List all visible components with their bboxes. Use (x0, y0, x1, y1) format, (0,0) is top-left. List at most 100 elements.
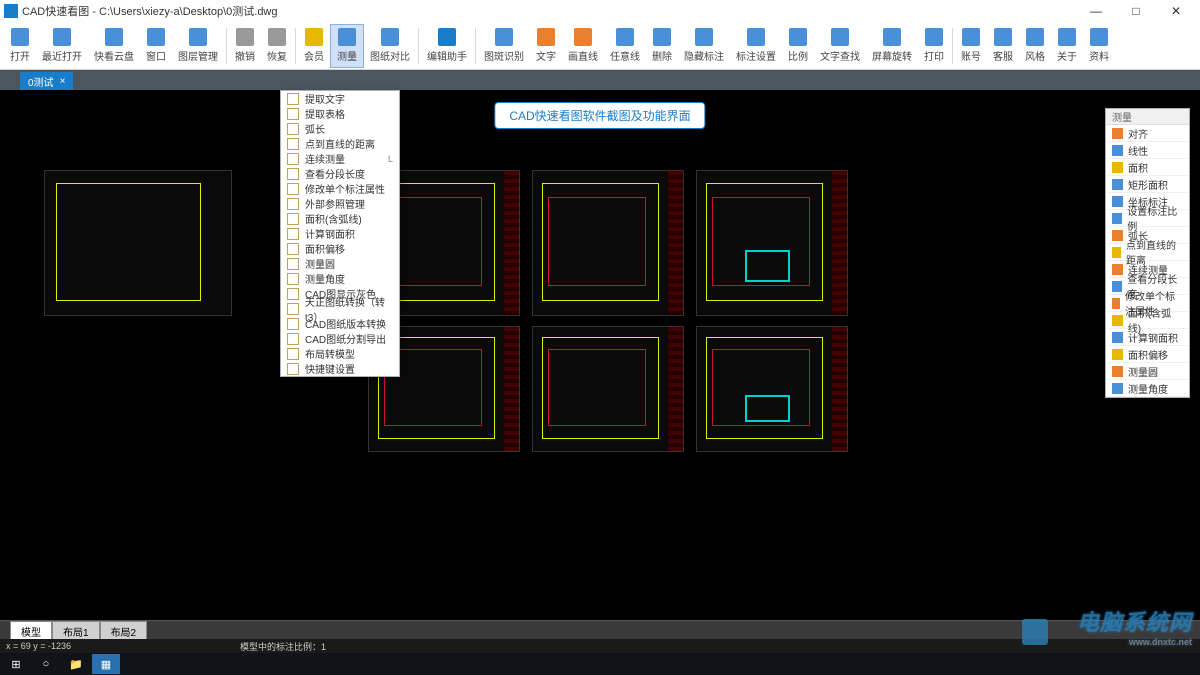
menu-item-面积(含弧线)[interactable]: 面积(含弧线) (281, 211, 399, 226)
menu-item-点到直线的距离[interactable]: 点到直线的距离 (281, 136, 399, 151)
layout-tab-布局1[interactable]: 布局1 (52, 621, 100, 641)
toolbar-删除[interactable]: 删除 (646, 24, 678, 68)
taskbar-start[interactable]: ⊞ (2, 654, 30, 674)
side-item-面积(含弧线)[interactable]: 面积(含弧线) (1106, 312, 1189, 329)
toolbar-关于[interactable]: 关于 (1051, 24, 1083, 68)
drawing-thumbnail[interactable] (44, 170, 232, 316)
menu-item-CAD图纸分割导出[interactable]: CAD图纸分割导出 (281, 331, 399, 346)
toolbar-icon (438, 28, 456, 46)
toolbar-label: 资料 (1089, 48, 1109, 63)
toolbar-label: 客服 (993, 48, 1013, 63)
toolbar-编辑助手[interactable]: 编辑助手 (421, 24, 473, 68)
maximize-button[interactable]: □ (1116, 0, 1156, 22)
toolbar-icon (616, 28, 634, 46)
side-item-icon (1112, 230, 1123, 241)
menu-item-icon (287, 123, 299, 135)
menu-item-CAD图纸版本转换[interactable]: CAD图纸版本转换 (281, 316, 399, 331)
toolbar-标注设置[interactable]: 标注设置 (730, 24, 782, 68)
side-item-对齐[interactable]: 对齐 (1106, 125, 1189, 142)
drawing-thumbnail[interactable] (532, 170, 684, 316)
toolbar-文字[interactable]: 文字 (530, 24, 562, 68)
taskbar-explorer[interactable]: 📁 (62, 654, 90, 674)
close-button[interactable]: ✕ (1156, 0, 1196, 22)
side-item-线性[interactable]: 线性 (1106, 142, 1189, 159)
toolbar-客服[interactable]: 客服 (987, 24, 1019, 68)
toolbar-资料[interactable]: 资料 (1083, 24, 1115, 68)
document-tab[interactable]: 0测试 × (20, 72, 73, 90)
toolbar-label: 标注设置 (736, 48, 776, 63)
side-item-测量角度[interactable]: 测量角度 (1106, 380, 1189, 397)
side-item-面积偏移[interactable]: 面积偏移 (1106, 346, 1189, 363)
toolbar-最近打开[interactable]: 最近打开 (36, 24, 88, 68)
side-item-点到直线的距离[interactable]: 点到直线的距离 (1106, 244, 1189, 261)
toolbar-图斑识别[interactable]: 图斑识别 (478, 24, 530, 68)
toolbar-屏幕旋转[interactable]: 屏幕旋转 (866, 24, 918, 68)
toolbar-icon (747, 28, 765, 46)
menu-item-连续测量[interactable]: 连续测量L (281, 151, 399, 166)
toolbar-风格[interactable]: 风格 (1019, 24, 1051, 68)
toolbar-label: 打印 (924, 48, 944, 63)
drawing-thumbnail[interactable] (532, 326, 684, 452)
toolbar-撤销[interactable]: 撤销 (229, 24, 261, 68)
menu-item-天正图纸转换（转t3）[interactable]: 天正图纸转换（转t3） (281, 301, 399, 316)
menu-item-shortcut: L (388, 154, 393, 164)
side-item-icon (1112, 213, 1122, 224)
toolbar-label: 编辑助手 (427, 48, 467, 63)
side-item-矩形面积[interactable]: 矩形面积 (1106, 176, 1189, 193)
watermark: 电脑系统网 www.dnxtc.net (1077, 605, 1192, 647)
menu-item-布局转模型[interactable]: 布局转模型 (281, 346, 399, 361)
tab-close-icon[interactable]: × (60, 76, 66, 87)
menu-item-提取表格[interactable]: 提取表格 (281, 106, 399, 121)
menu-item-icon (287, 363, 299, 375)
taskbar-app[interactable]: ▦ (92, 654, 120, 674)
toolbar-窗口[interactable]: 窗口 (140, 24, 172, 68)
toolbar-测量[interactable]: 测量 (330, 24, 364, 68)
menu-item-label: 外部参照管理 (305, 196, 393, 211)
toolbar-账号[interactable]: 账号 (955, 24, 987, 68)
document-tabbar: 0测试 × (0, 70, 1200, 90)
thumb-highlight (745, 250, 790, 282)
drawing-canvas[interactable]: CAD快速看图软件截图及功能界面 提取文字提取表格弧长点到直线的距离连续测量L查… (0, 90, 1200, 620)
minimize-button[interactable]: — (1076, 0, 1116, 22)
menu-item-弧长[interactable]: 弧长 (281, 121, 399, 136)
side-item-计算钢面积[interactable]: 计算钢面积 (1106, 329, 1189, 346)
toolbar-icon (105, 28, 123, 46)
menu-item-计算钢面积[interactable]: 计算钢面积 (281, 226, 399, 241)
menu-item-查看分段长度[interactable]: 查看分段长度 (281, 166, 399, 181)
toolbar-label: 屏幕旋转 (872, 48, 912, 63)
menu-item-label: 查看分段长度 (305, 166, 393, 181)
layout-tab-布局2[interactable]: 布局2 (100, 621, 148, 641)
menu-item-面积偏移[interactable]: 面积偏移 (281, 241, 399, 256)
menu-item-测量圆[interactable]: 测量圆 (281, 256, 399, 271)
side-item-label: 测量角度 (1128, 381, 1168, 396)
toolbar-隐藏标注[interactable]: 隐藏标注 (678, 24, 730, 68)
drawing-thumbnail[interactable] (696, 326, 848, 452)
menu-item-修改单个标注属性[interactable]: 修改单个标注属性 (281, 181, 399, 196)
menu-item-快捷键设置[interactable]: 快捷键设置 (281, 361, 399, 376)
toolbar-快看云盘[interactable]: 快看云盘 (88, 24, 140, 68)
toolbar-打印[interactable]: 打印 (918, 24, 950, 68)
side-item-设置标注比例[interactable]: 设置标注比例 (1106, 210, 1189, 227)
toolbar-打开[interactable]: 打开 (4, 24, 36, 68)
toolbar-比例[interactable]: 比例 (782, 24, 814, 68)
drawing-thumbnail[interactable] (696, 170, 848, 316)
side-item-面积[interactable]: 面积 (1106, 159, 1189, 176)
toolbar-图纸对比[interactable]: 图纸对比 (364, 24, 416, 68)
app-icon (4, 4, 18, 18)
menu-item-测量角度[interactable]: 测量角度 (281, 271, 399, 286)
layout-tab-模型[interactable]: 模型 (10, 621, 52, 641)
side-item-测量圆[interactable]: 测量圆 (1106, 363, 1189, 380)
hint-banner: CAD快速看图软件截图及功能界面 (494, 102, 705, 129)
menu-item-外部参照管理[interactable]: 外部参照管理 (281, 196, 399, 211)
toolbar-icon (495, 28, 513, 46)
toolbar-icon (305, 28, 323, 46)
toolbar-画直线[interactable]: 画直线 (562, 24, 604, 68)
toolbar-文字查找[interactable]: 文字查找 (814, 24, 866, 68)
toolbar-图层管理[interactable]: 图层管理 (172, 24, 224, 68)
toolbar-任意线[interactable]: 任意线 (604, 24, 646, 68)
taskbar-search[interactable]: ○ (32, 654, 60, 674)
toolbar-会员[interactable]: 会员 (298, 24, 330, 68)
toolbar-恢复[interactable]: 恢复 (261, 24, 293, 68)
menu-item-icon (287, 183, 299, 195)
menu-item-提取文字[interactable]: 提取文字 (281, 91, 399, 106)
